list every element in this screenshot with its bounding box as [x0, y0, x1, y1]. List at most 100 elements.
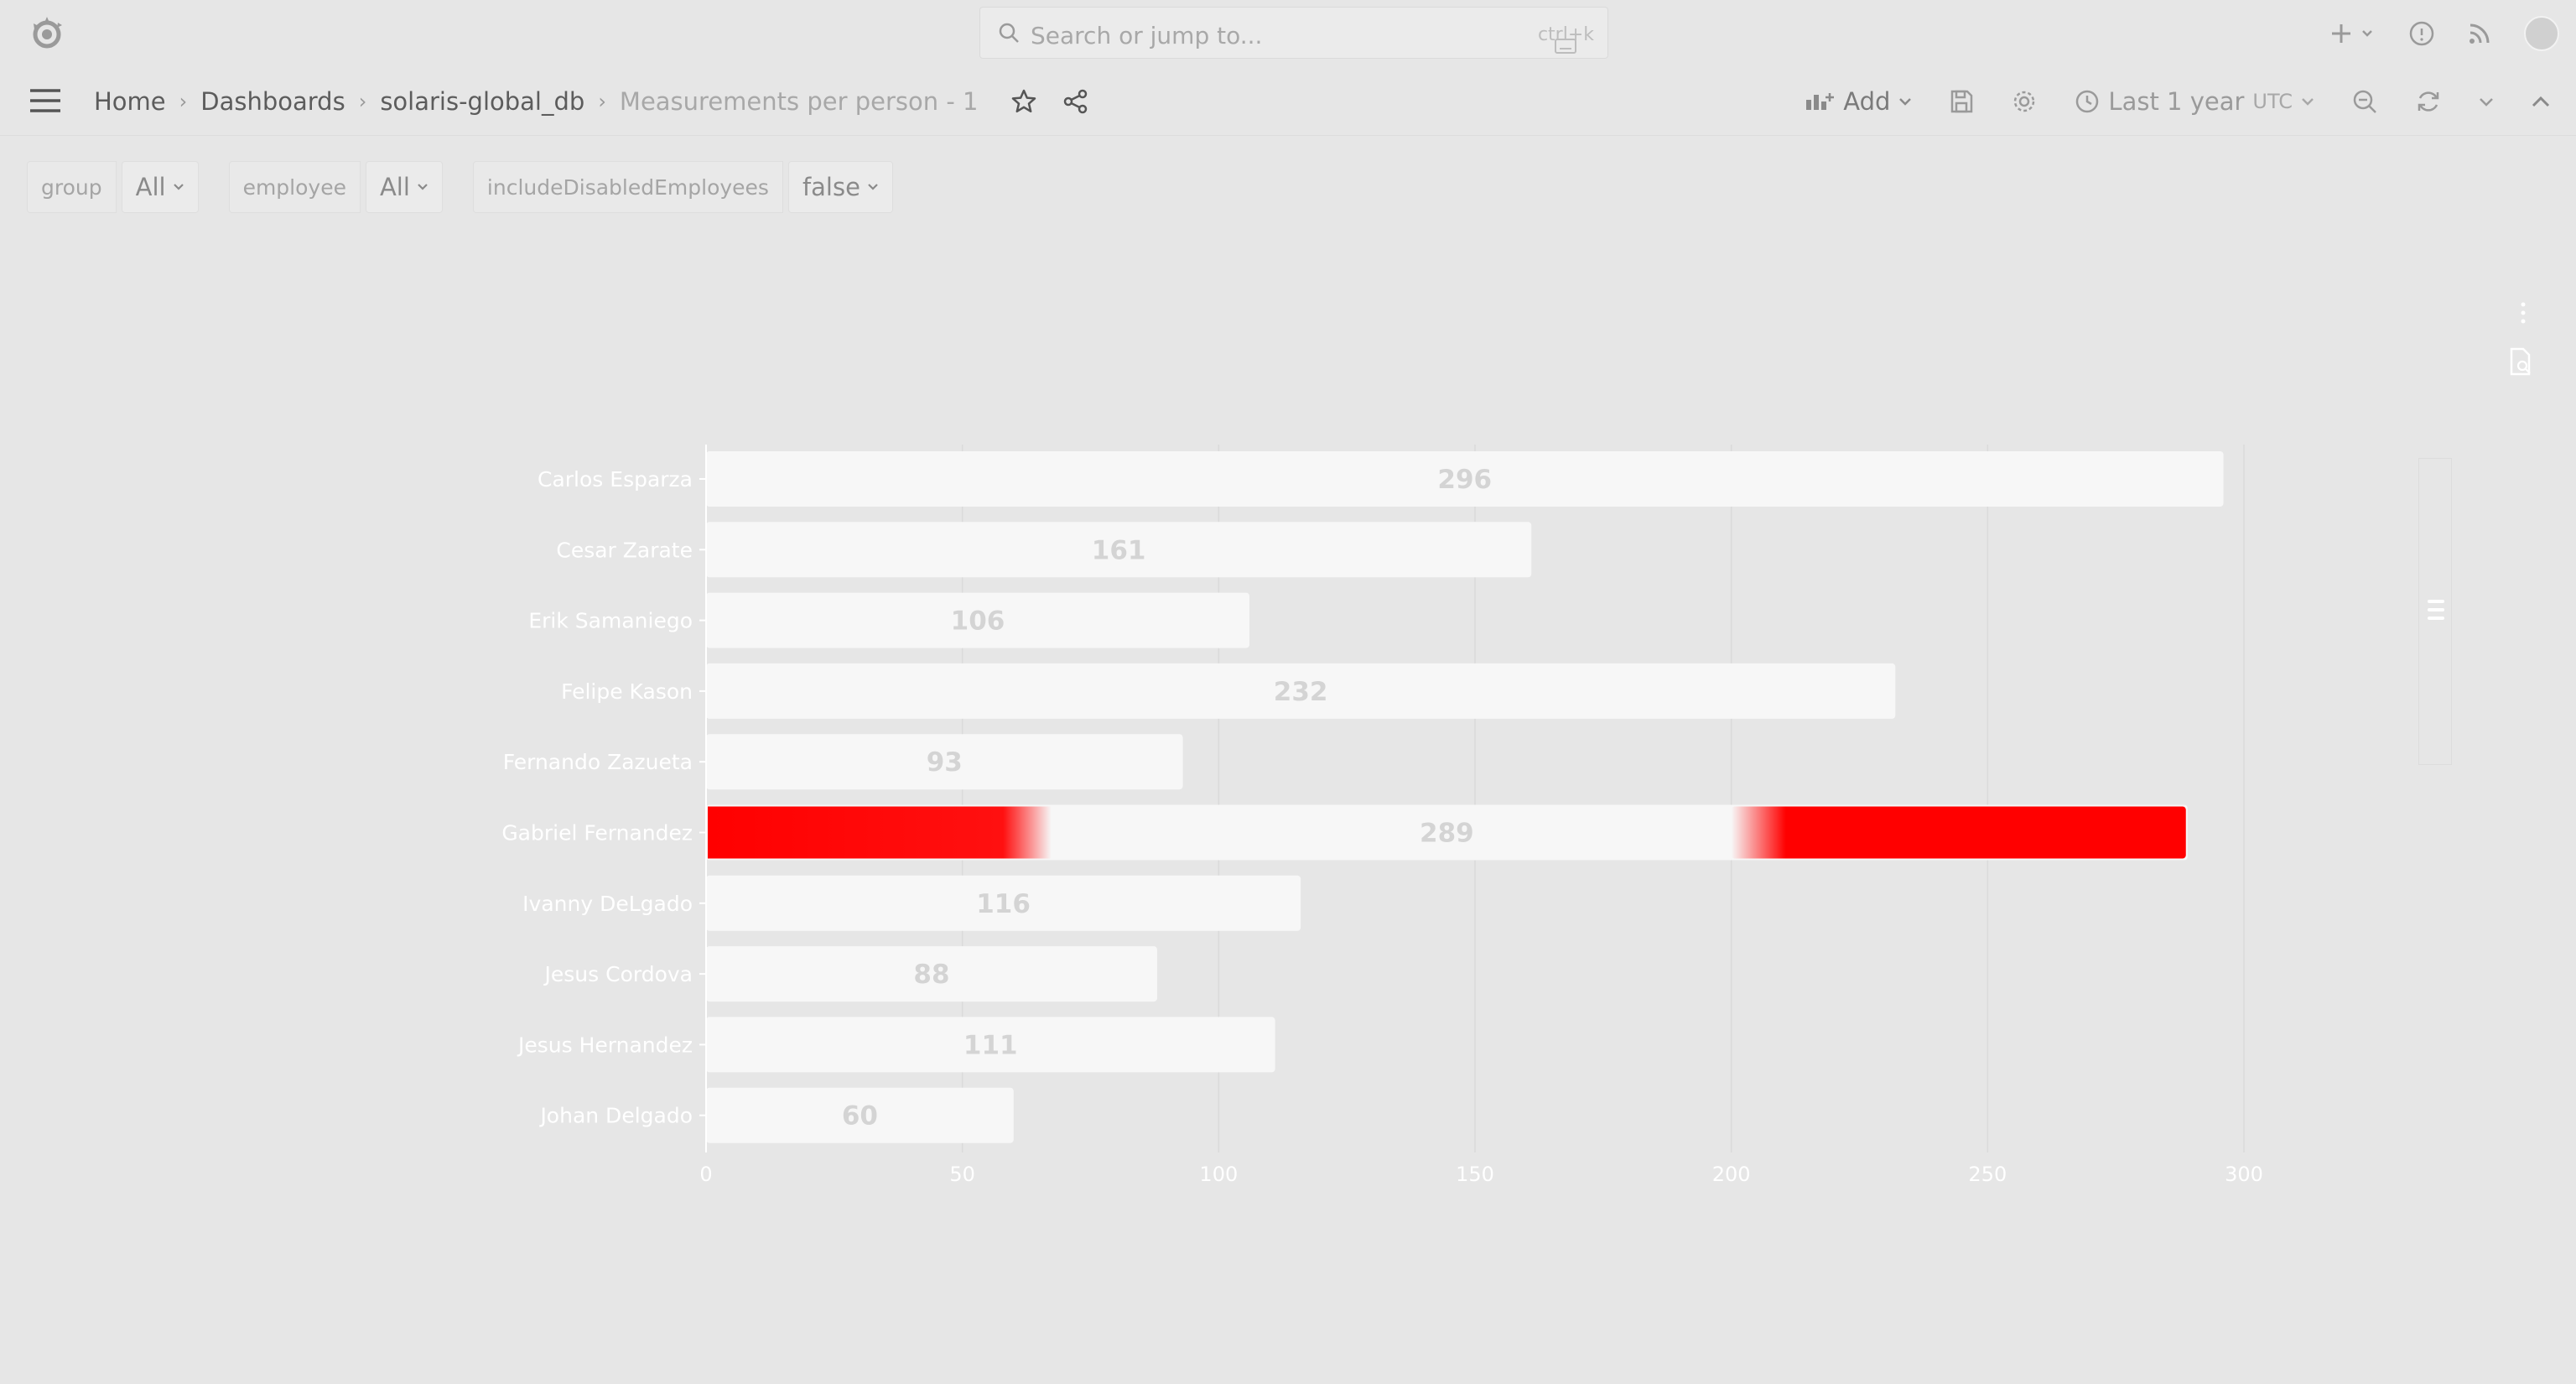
breadcrumb-current-page: Measurements per person - 1: [619, 87, 979, 116]
news-rss-icon[interactable]: [2467, 21, 2492, 46]
save-dashboard-icon[interactable]: [1949, 89, 1974, 114]
x-tick-label: 150: [1456, 1163, 1494, 1186]
bar-value-label: 111: [963, 1030, 1018, 1060]
bar-value-label: 93: [927, 747, 963, 778]
variable-employee: employee All: [228, 161, 443, 215]
breadcrumb-folder[interactable]: solaris-global_db: [380, 87, 584, 116]
search-shortcut-hint: ctrl+k: [1538, 24, 1594, 54]
time-range-picker[interactable]: Last 1 year UTC: [2075, 87, 2314, 116]
category-label: Carlos Esparza: [538, 467, 693, 492]
panel-menu-kebab-icon[interactable]: [2519, 300, 2527, 325]
chevron-right-icon: ›: [358, 90, 367, 113]
x-tick-label: 200: [1712, 1163, 1751, 1186]
x-tick-label: 50: [949, 1163, 975, 1186]
x-tick-label: 300: [2225, 1163, 2263, 1186]
timezone-label: UTC: [2252, 90, 2293, 113]
chevron-down-icon: [867, 183, 879, 191]
search-bar[interactable]: Search or jump to... ctrl+k: [979, 7, 1608, 59]
clock-icon: [2075, 89, 2100, 114]
panel-inspect-document-icon[interactable]: [2507, 347, 2534, 376]
dashboard-toolbar: Add Last 1 year UTC: [1805, 67, 2551, 136]
category-label: Jesus Cordova: [543, 962, 693, 986]
variable-value: false: [802, 173, 860, 201]
bar-value-label: 106: [951, 606, 1005, 637]
variable-label: includeDisabledEmployees: [472, 161, 783, 213]
settings-gear-icon[interactable]: [2011, 88, 2038, 115]
menu-hamburger-icon[interactable]: [29, 86, 62, 116]
bar-value-label: 88: [913, 960, 949, 990]
bar: [706, 946, 1157, 1002]
chevron-right-icon: ›: [179, 90, 188, 113]
chevron-down-icon: [2301, 96, 2314, 107]
breadcrumb-dashboards[interactable]: Dashboards: [200, 87, 345, 116]
keyboard-icon: [1554, 38, 1576, 55]
grafana-logo-icon[interactable]: [25, 13, 69, 54]
bar: [706, 1087, 1014, 1143]
add-label: Add: [1843, 87, 1891, 116]
bar: [706, 734, 1183, 790]
variable-label: employee: [228, 161, 361, 213]
top-bar: Search or jump to... ctrl+k: [0, 0, 2576, 67]
variable-select[interactable]: All: [121, 161, 199, 213]
dashboard-nav-bar: Home › Dashboards › solaris-global_db › …: [0, 67, 2576, 136]
bar-value-label: 232: [1274, 677, 1328, 707]
share-icon[interactable]: [1062, 88, 1089, 115]
collapse-chevron-up-icon[interactable]: [2531, 94, 2551, 109]
bar: [706, 875, 1301, 931]
user-avatar[interactable]: [2524, 16, 2559, 51]
bar-value-label: 289: [1420, 819, 1474, 849]
bar-value-label: 161: [1092, 535, 1146, 565]
bar-highlight-left: [708, 806, 1052, 859]
chart-scrollbar[interactable]: [2418, 458, 2452, 765]
bar-value-label: 60: [842, 1101, 878, 1132]
bar: [706, 451, 2224, 507]
refresh-icon[interactable]: [2415, 88, 2442, 115]
x-tick-label: 0: [699, 1163, 712, 1186]
star-icon[interactable]: [1010, 88, 1037, 115]
search-input[interactable]: Search or jump to...: [1031, 22, 1262, 49]
add-panel-icon: [1805, 90, 1835, 113]
variable-label: group: [27, 161, 117, 213]
breadcrumb-actions: [1010, 88, 1089, 115]
top-right-actions: [2329, 12, 2559, 55]
bar-highlight-right: [1731, 806, 2186, 859]
bar: [706, 1017, 1275, 1073]
category-label: Erik Samaniego: [528, 609, 693, 633]
variable-select[interactable]: All: [365, 161, 443, 213]
variable-select[interactable]: false: [787, 161, 893, 213]
variable-group: group All: [27, 161, 199, 215]
x-tick-label: 100: [1199, 1163, 1238, 1186]
chevron-down-icon: [1898, 96, 1912, 107]
new-dropdown-button[interactable]: [2329, 21, 2376, 46]
help-icon[interactable]: [2408, 20, 2435, 47]
breadcrumb-home[interactable]: Home: [94, 87, 166, 116]
variable-value: All: [379, 173, 410, 201]
bar-value-label: 116: [976, 889, 1031, 919]
dashboard-variables: group All employee All includeDisabledEm…: [27, 161, 893, 215]
category-label: Fernando Zazueta: [503, 750, 693, 774]
chevron-down-icon: [417, 183, 428, 191]
category-label: Gabriel Fernandez: [501, 821, 693, 845]
variable-value: All: [135, 173, 166, 201]
refresh-interval-chevron-icon[interactable]: [2479, 96, 2494, 107]
category-label: Ivanny DeLgado: [522, 892, 693, 916]
category-label: Cesar Zarate: [556, 538, 693, 562]
bar-value-label: 296: [1437, 465, 1492, 495]
breadcrumb: Home › Dashboards › solaris-global_db › …: [94, 67, 1089, 136]
bar: [706, 804, 2188, 861]
zoom-out-icon[interactable]: [2351, 88, 2378, 115]
bar: [706, 522, 1532, 578]
add-panel-button[interactable]: Add: [1805, 87, 1912, 116]
x-tick-label: 250: [1968, 1163, 2007, 1186]
bar: [706, 663, 1896, 719]
variable-include-disabled-employees: includeDisabledEmployees false: [472, 161, 893, 215]
category-label: Jesus Hernandez: [517, 1033, 693, 1057]
bar: [706, 592, 1250, 648]
chevron-down-icon: [173, 183, 184, 191]
time-range-label: Last 1 year: [2108, 87, 2245, 116]
chevron-right-icon: ›: [598, 90, 606, 113]
category-label: Johan Delgado: [538, 1104, 693, 1128]
scrollbar-handle[interactable]: [2428, 600, 2444, 625]
category-label: Felipe Kason: [561, 679, 693, 704]
search-icon: [997, 21, 1021, 44]
